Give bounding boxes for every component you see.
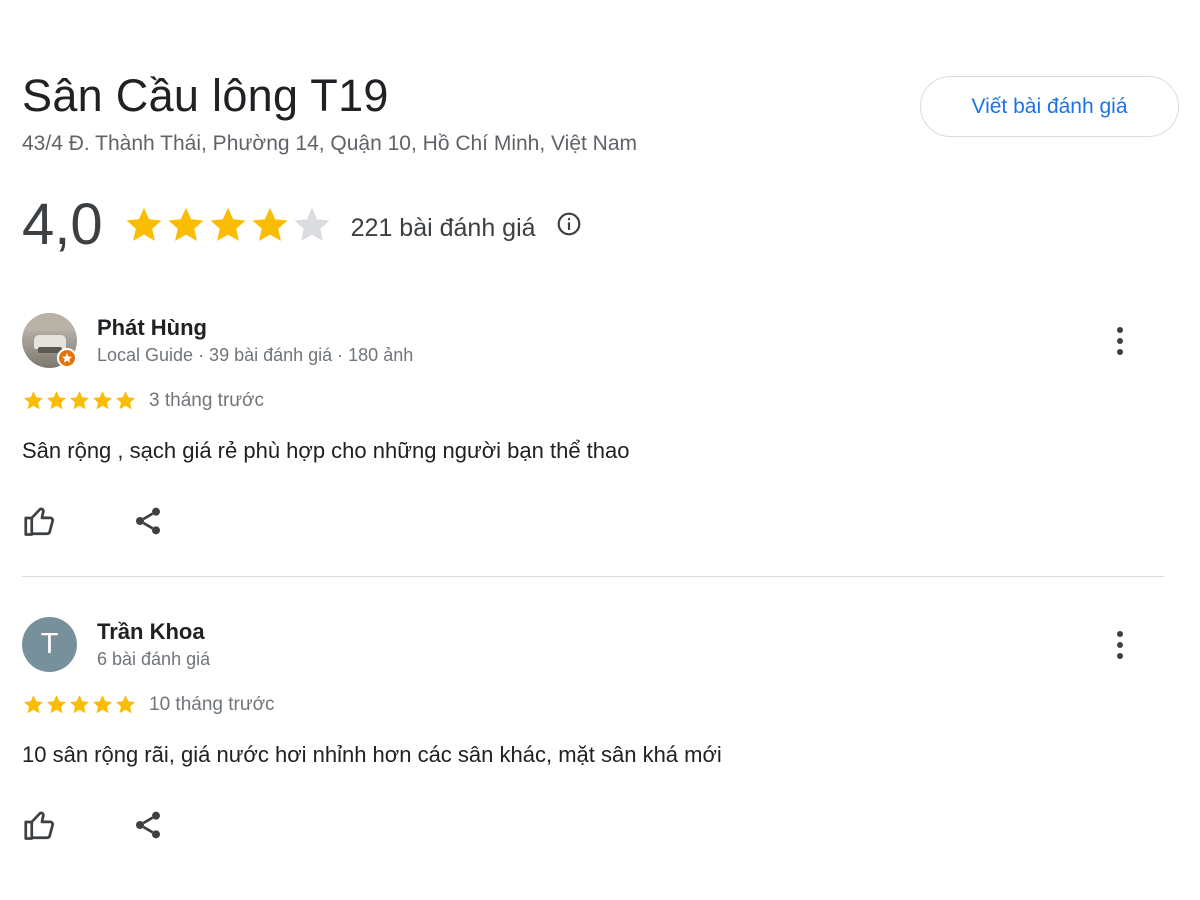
reviewer-avatar[interactable]: T — [22, 617, 77, 672]
rating-stars — [123, 204, 333, 246]
local-guide-badge-icon — [57, 348, 77, 368]
share-icon[interactable] — [132, 809, 164, 841]
review-text: Sân rộng , sạch giá rẻ phù hợp cho những… — [22, 438, 630, 463]
star-filled-icon — [69, 695, 90, 714]
star-filled-icon — [115, 695, 136, 714]
review-divider — [22, 576, 1164, 577]
rating-summary: 4,0 221 bài đánh giá — [22, 190, 582, 260]
star-filled-icon — [168, 207, 204, 241]
thumb-up-icon[interactable] — [22, 807, 58, 843]
info-icon[interactable] — [556, 211, 582, 237]
reviewer-meta: 6 bài đánh giá — [97, 649, 211, 669]
star-filled-icon — [23, 391, 44, 410]
review-time: 3 tháng trước — [149, 389, 264, 411]
review-text: 10 sân rộng rãi, giá nước hơi nhỉnh hơn … — [22, 742, 722, 767]
reviewer-name[interactable]: Phát Hùng — [97, 315, 207, 341]
star-filled-icon — [92, 391, 113, 410]
star-filled-icon — [23, 695, 44, 714]
write-review-button[interactable]: Viết bài đánh giá — [920, 76, 1179, 137]
review-stars: 3 tháng trước — [22, 389, 264, 412]
reviewer-name[interactable]: Trần Khoa — [97, 619, 205, 645]
star-empty-icon — [294, 207, 330, 241]
more-options-button[interactable] — [1106, 323, 1134, 359]
star-filled-icon — [252, 207, 288, 241]
review-count[interactable]: 221 bài đánh giá — [351, 214, 536, 243]
rating-value: 4,0 — [22, 192, 103, 257]
star-filled-icon — [46, 391, 67, 410]
review-stars: 10 tháng trước — [22, 693, 275, 716]
star-filled-icon — [115, 391, 136, 410]
star-filled-icon — [92, 695, 113, 714]
star-filled-icon — [46, 695, 67, 714]
more-options-button[interactable] — [1106, 627, 1134, 663]
thumb-up-icon[interactable] — [22, 503, 58, 539]
share-icon[interactable] — [132, 505, 164, 537]
review-time: 10 tháng trước — [149, 693, 275, 715]
reviewer-avatar[interactable] — [22, 313, 77, 368]
avatar-letter: T — [22, 617, 77, 672]
star-filled-icon — [69, 391, 90, 410]
star-filled-icon — [126, 207, 162, 241]
star-filled-icon — [210, 207, 246, 241]
reviewer-meta: Local Guide · 39 bài đánh giá · 180 ảnh — [97, 345, 414, 365]
